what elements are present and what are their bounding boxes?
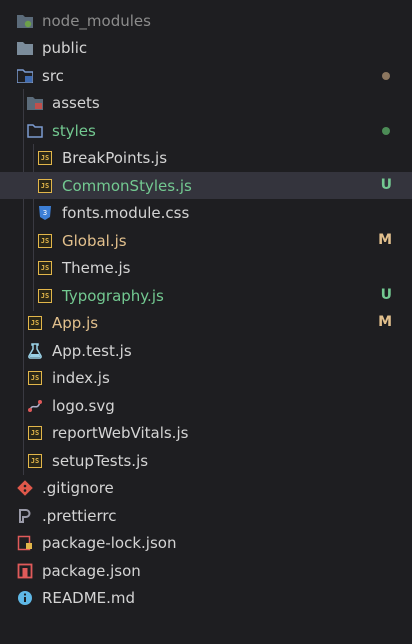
js-file-icon: JS [37,150,53,166]
tree-item-src[interactable]: src [0,62,412,89]
tree-item-label: logo.svg [52,396,115,415]
tree-item-label: node_modules [42,11,151,30]
js-file-icon: JS [37,260,53,276]
tree-item-label: assets [52,93,100,112]
prettier-icon [17,508,33,524]
tree-item-reportwebvitals[interactable]: JS reportWebVitals.js [0,419,412,446]
tree-item-label: index.js [52,368,110,387]
tree-item-index[interactable]: JS index.js [0,364,412,391]
tree-item-fonts-module-css[interactable]: 3 fonts.module.css [0,199,412,226]
package-icon [17,563,33,579]
git-status-badge: U [380,287,392,303]
tree-item-label: App.test.js [52,341,132,360]
tree-item-label: package.json [42,561,141,580]
tree-item-label: setupTests.js [52,451,149,470]
test-flask-icon [27,342,43,359]
svg-file-icon [27,398,43,414]
tree-item-package-json[interactable]: package.json [0,557,412,584]
tree-item-label: CommonStyles.js [62,176,192,195]
git-status-badge: U [380,177,392,193]
tree-item-app[interactable]: JS App.js M [0,309,412,336]
tree-item-readme[interactable]: README.md [0,584,412,611]
tree-item-label: styles [52,121,96,140]
package-lock-icon [17,535,33,551]
info-icon [17,590,33,606]
tree-item-label: .gitignore [42,478,114,497]
tree-item-global[interactable]: JS Global.js M [0,227,412,254]
js-file-icon: JS [37,233,53,249]
tree-item-typography[interactable]: JS Typography.js U [0,282,412,309]
tree-item-app-test[interactable]: App.test.js [0,337,412,364]
tree-item-styles[interactable]: styles [0,117,412,144]
folder-node-icon [17,13,33,29]
tree-item-label: package-lock.json [42,533,177,552]
tree-item-label: BreakPoints.js [62,148,168,167]
js-file-icon: JS [27,425,43,441]
tree-item-setuptests[interactable]: JS setupTests.js [0,447,412,474]
tree-item-label: .prettierrc [42,506,117,525]
tree-item-label: reportWebVitals.js [52,423,189,442]
tree-item-label: fonts.module.css [62,203,190,222]
tree-item-package-lock[interactable]: package-lock.json [0,529,412,556]
css-file-icon: 3 [37,205,53,221]
tree-item-label: public [42,38,88,57]
folder-icon [17,40,33,56]
js-file-icon: JS [27,315,43,331]
tree-item-gitignore[interactable]: .gitignore [0,474,412,501]
svg-text:3: 3 [43,209,47,217]
folder-assets-icon [27,95,43,111]
tree-item-label: README.md [42,588,136,607]
js-file-icon: JS [37,178,53,194]
git-status-badge: M [378,232,392,248]
status-dot [382,72,390,80]
folder-src-icon [17,68,33,84]
tree-item-label: Global.js [62,231,127,250]
tree-item-prettierrc[interactable]: .prettierrc [0,502,412,529]
tree-item-label: src [42,66,64,85]
tree-item-node-modules[interactable]: node_modules [0,7,412,34]
tree-item-assets[interactable]: assets [0,89,412,116]
folder-open-icon [27,123,43,139]
tree-item-breakpoints[interactable]: JS BreakPoints.js [0,144,412,171]
tree-item-commonstyles[interactable]: JS CommonStyles.js U [0,172,412,199]
js-file-icon: JS [37,288,53,304]
tree-item-label: Typography.js [62,286,164,305]
tree-item-theme[interactable]: JS Theme.js [0,254,412,281]
git-status-badge: M [378,314,392,330]
git-icon [17,479,33,496]
tree-item-label: Theme.js [62,258,131,277]
js-file-icon: JS [27,453,43,469]
file-explorer: node_modules public src assets styles JS… [0,0,412,644]
tree-item-public[interactable]: public [0,34,412,61]
tree-item-logo-svg[interactable]: logo.svg [0,392,412,419]
tree-item-label: App.js [52,313,99,332]
status-dot [382,127,390,135]
js-file-icon: JS [27,370,43,386]
